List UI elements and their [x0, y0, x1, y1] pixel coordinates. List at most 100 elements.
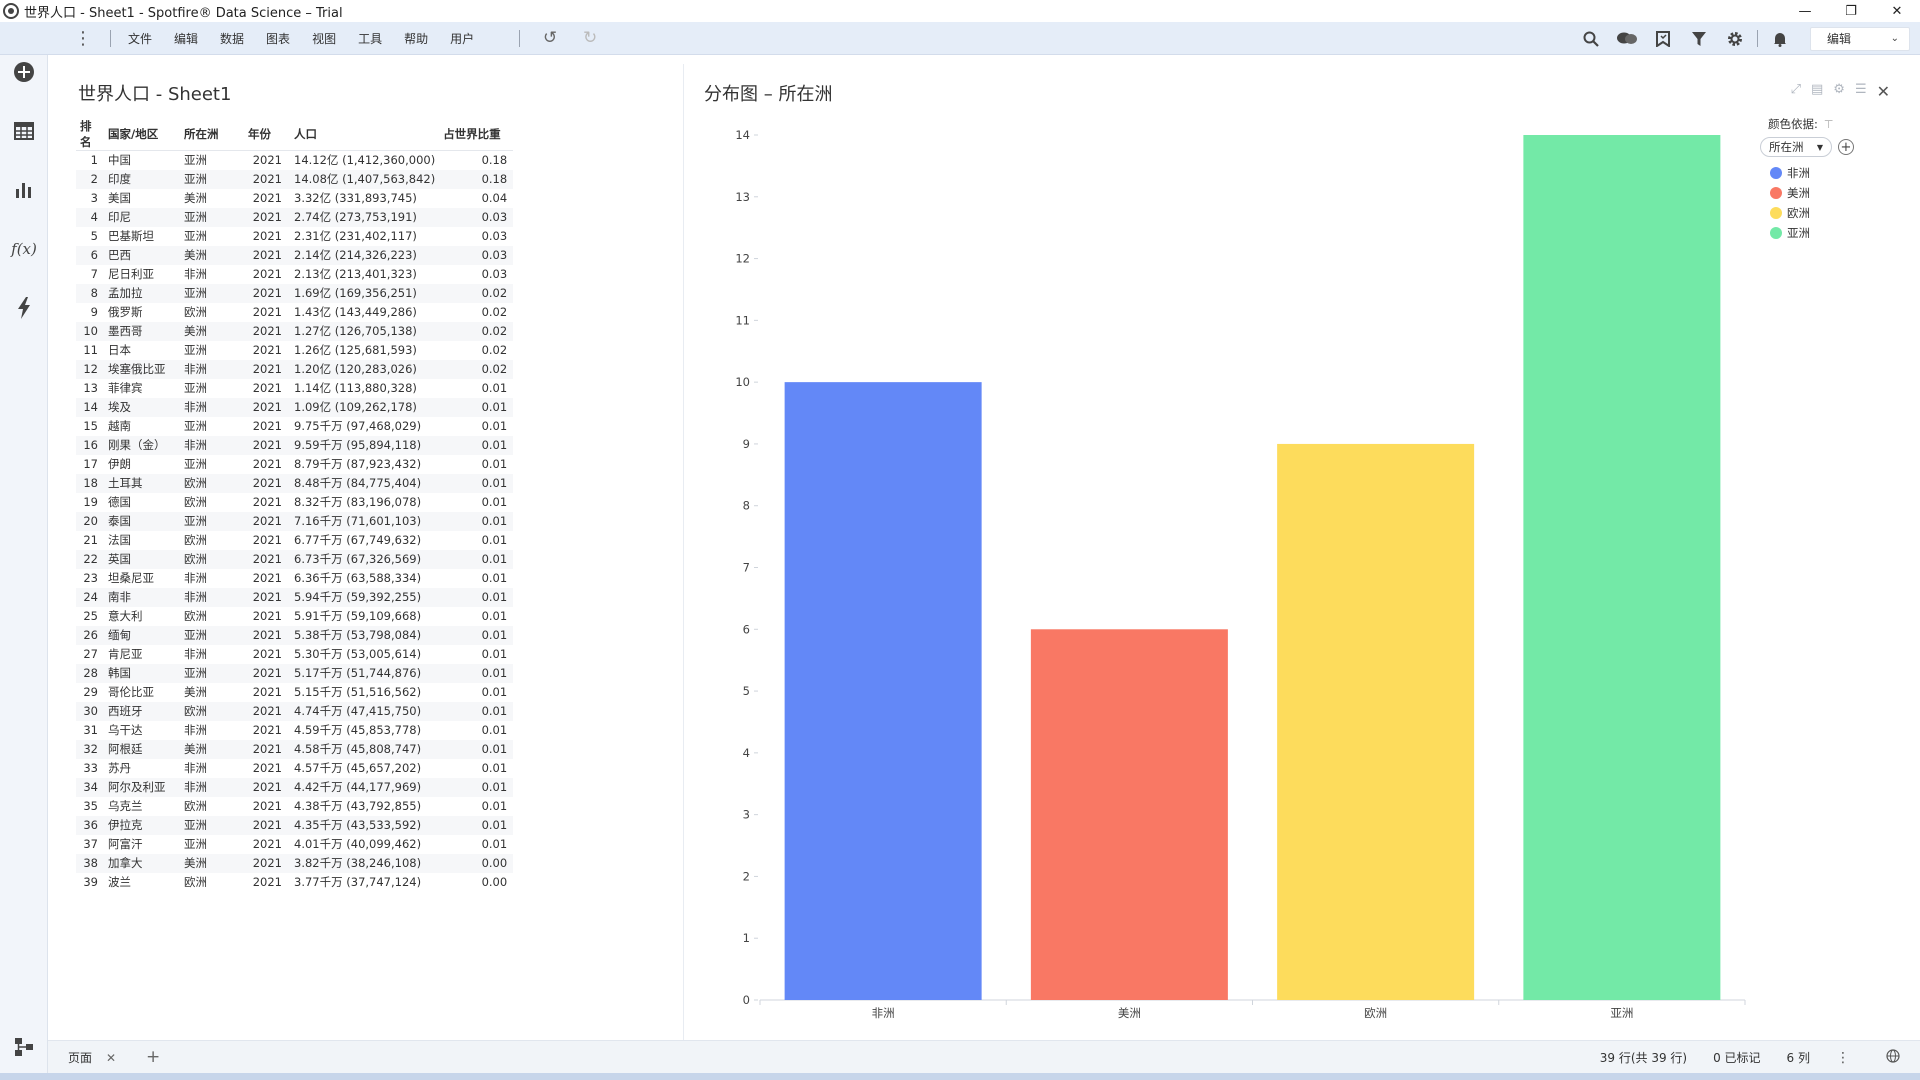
- close-window-button[interactable]: ✕: [1874, 0, 1920, 22]
- bar-chart-icon[interactable]: [10, 176, 38, 204]
- table-row[interactable]: 14 埃及 非洲 2021 1.09亿 (109,262,178) 0.01: [76, 397, 514, 417]
- lightning-icon[interactable]: [10, 294, 38, 322]
- table-row[interactable]: 6 巴西 美洲 2021 2.14亿 (214,326,223) 0.03: [76, 245, 514, 265]
- cell-year: 2021: [252, 533, 282, 547]
- bar-chart[interactable]: 01234567891011121314非洲 美洲 欧洲 亚洲: [700, 110, 1770, 1030]
- add-icon[interactable]: +: [1838, 139, 1854, 155]
- menu-edit[interactable]: 编辑: [174, 30, 198, 47]
- table-row[interactable]: 7 尼日利亚 非洲 2021 2.13亿 (213,401,323) 0.03: [76, 265, 513, 284]
- table-row[interactable]: 12 埃塞俄比亚 非洲 2021 1.20亿 (120,283,026) 0.02: [76, 359, 514, 379]
- bookmark-icon[interactable]: [1645, 30, 1681, 47]
- data-table[interactable]: 排名 国家/地区 所在洲 年份 人口 占世界比重 1 中国 亚洲 2021 14.12亿…: [76, 118, 514, 892]
- table-icon[interactable]: [10, 117, 38, 145]
- table-row[interactable]: 26 缅甸 亚洲 2021 5.38千万 (53,798,084) 0.01: [76, 625, 514, 645]
- table-row[interactable]: 23 坦桑尼亚 非洲 2021 6.36千万 (63,588,334) 0.01: [76, 569, 513, 588]
- table-row[interactable]: 4 印尼 亚洲 2021 2.74亿 (273,753,191) 0.03: [76, 207, 514, 227]
- page-tab[interactable]: 页面 ✕: [68, 1041, 116, 1074]
- column-header[interactable]: 所在洲: [184, 118, 240, 151]
- cell-share: 0.01: [435, 663, 514, 683]
- chart-settings-icon[interactable]: ⚙: [1833, 82, 1845, 101]
- table-row[interactable]: 28 韩国 亚洲 2021 5.17千万 (51,744,876) 0.01: [76, 663, 514, 683]
- table-row[interactable]: 31 乌干达 非洲 2021 4.59千万 (45,853,778) 0.01: [76, 721, 513, 740]
- column-header[interactable]: 占世界比重: [435, 118, 514, 151]
- bar[interactable]: [784, 382, 982, 1001]
- minimize-button[interactable]: —: [1782, 0, 1828, 22]
- table-row[interactable]: 22 英国 欧洲 2021 6.73千万 (67,326,569) 0.01: [76, 549, 514, 569]
- search-icon[interactable]: [1573, 31, 1609, 47]
- bell-icon[interactable]: [1762, 31, 1798, 47]
- table-row[interactable]: 32 阿根廷 美洲 2021 4.58千万 (45,808,747) 0.01: [76, 739, 514, 759]
- menu-file[interactable]: 文件: [128, 30, 152, 47]
- menu-chart[interactable]: 图表: [266, 30, 290, 47]
- table-row[interactable]: 21 法国 欧洲 2021 6.77千万 (67,749,632) 0.01: [76, 531, 513, 550]
- table-row[interactable]: 10 墨西哥 美洲 2021 1.27亿 (126,705,138) 0.02: [76, 321, 514, 341]
- column-header[interactable]: 排名: [76, 118, 106, 151]
- legend-item[interactable]: 美洲: [1770, 183, 1854, 203]
- restore-button[interactable]: ❐: [1828, 0, 1874, 22]
- add-circle-icon[interactable]: [10, 58, 38, 86]
- more-vertical-icon[interactable]: ⋮: [74, 28, 92, 49]
- table-row[interactable]: 15 越南 亚洲 2021 9.75千万 (97,468,029) 0.01: [76, 417, 513, 436]
- table-row[interactable]: 38 加拿大 美洲 2021 3.82千万 (38,246,108) 0.00: [76, 853, 514, 873]
- table-row[interactable]: 35 乌克兰 欧洲 2021 4.38千万 (43,792,855) 0.01: [76, 797, 513, 816]
- table-row[interactable]: 27 肯尼亚 非洲 2021 5.30千万 (53,005,614) 0.01: [76, 645, 513, 664]
- close-icon[interactable]: ✕: [1877, 82, 1890, 101]
- color-by-select[interactable]: 所在洲 ▼: [1760, 137, 1832, 157]
- gear-icon[interactable]: [1717, 31, 1753, 47]
- column-header[interactable]: 国家/地区: [106, 118, 184, 151]
- cell-share: 0.01: [435, 397, 514, 417]
- filter-icon[interactable]: [1681, 31, 1717, 47]
- menu-user[interactable]: 用户: [450, 30, 474, 47]
- column-header[interactable]: 人口: [282, 118, 436, 151]
- table-row[interactable]: 25 意大利 欧洲 2021 5.91千万 (59,109,668) 0.01: [76, 607, 513, 626]
- table-row[interactable]: 37 阿富汗 亚洲 2021 4.01千万 (40,099,462) 0.01: [76, 835, 513, 854]
- table-row[interactable]: 13 菲律宾 亚洲 2021 1.14亿 (113,880,328) 0.01: [76, 379, 513, 398]
- table-row[interactable]: 8 孟加拉 亚洲 2021 1.69亿 (169,356,251) 0.02: [76, 283, 514, 303]
- table-row[interactable]: 20 泰国 亚洲 2021 7.16千万 (71,601,103) 0.01: [76, 511, 514, 531]
- close-tab-icon[interactable]: ✕: [106, 1051, 116, 1065]
- description-icon[interactable]: ▤: [1811, 82, 1823, 101]
- table-row[interactable]: 5 巴基斯坦 亚洲 2021 2.31亿 (231,402,117) 0.03: [76, 227, 513, 246]
- table-row[interactable]: 19 德国 欧洲 2021 8.32千万 (83,196,078) 0.01: [76, 493, 513, 512]
- table-row[interactable]: 1 中国 亚洲 2021 14.12亿 (1,412,360,000) 0.18: [76, 151, 513, 170]
- menu-tools[interactable]: 工具: [358, 30, 382, 47]
- bar[interactable]: [1277, 443, 1475, 1000]
- table-row[interactable]: 3 美国 美洲 2021 3.32亿 (331,893,745) 0.04: [76, 189, 513, 208]
- add-page-icon[interactable]: +: [146, 1047, 160, 1067]
- legend-label: 美洲: [1787, 186, 1810, 200]
- bar[interactable]: [1523, 135, 1721, 1000]
- more-vertical-icon[interactable]: ⋮: [1836, 1050, 1850, 1066]
- function-icon[interactable]: f(x): [10, 235, 38, 263]
- sort-icon[interactable]: ⊤: [1824, 118, 1834, 131]
- menu-help[interactable]: 帮助: [404, 30, 428, 47]
- table-row[interactable]: 39 波兰 欧洲 2021 3.77千万 (37,747,124) 0.00: [76, 873, 513, 892]
- table-row[interactable]: 18 土耳其 欧洲 2021 8.48千万 (84,775,404) 0.01: [76, 473, 514, 493]
- legend-item[interactable]: 亚洲: [1770, 223, 1854, 243]
- table-row[interactable]: 17 伊朗 亚洲 2021 8.79千万 (87,923,432) 0.01: [76, 455, 513, 474]
- table-row[interactable]: 36 伊拉克 亚洲 2021 4.35千万 (43,533,592) 0.01: [76, 815, 514, 835]
- table-row[interactable]: 34 阿尔及利亚 非洲 2021 4.42千万 (44,177,969) 0.01: [76, 777, 514, 797]
- table-row[interactable]: 29 哥伦比亚 美洲 2021 5.15千万 (51,516,562) 0.01: [76, 683, 513, 702]
- redo-icon[interactable]: ↻: [583, 28, 597, 48]
- table-row[interactable]: 24 南非 非洲 2021 5.94千万 (59,392,255) 0.01: [76, 587, 514, 607]
- table-row[interactable]: 30 西班牙 欧洲 2021 4.74千万 (47,415,750) 0.01: [76, 701, 514, 721]
- bar[interactable]: [1030, 629, 1228, 1000]
- table-row[interactable]: 11 日本 亚洲 2021 1.26亿 (125,681,593) 0.02: [76, 341, 513, 360]
- menu-view[interactable]: 视图: [312, 30, 336, 47]
- legend-item[interactable]: 欧洲: [1770, 203, 1854, 223]
- table-row[interactable]: 33 苏丹 非洲 2021 4.57千万 (45,657,202) 0.01: [76, 759, 513, 778]
- menu-data[interactable]: 数据: [220, 30, 244, 47]
- table-row[interactable]: 9 俄罗斯 欧洲 2021 1.43亿 (143,449,286) 0.02: [76, 303, 513, 322]
- column-header[interactable]: 年份: [240, 118, 282, 151]
- table-row[interactable]: 2 印度 亚洲 2021 14.08亿 (1,407,563,842) 0.18: [76, 169, 514, 189]
- collaboration-icon[interactable]: [1609, 31, 1645, 47]
- globe-icon[interactable]: [1886, 1049, 1900, 1066]
- mode-select[interactable]: 编辑 ⌄: [1810, 26, 1910, 51]
- legend-title-row: 颜色依据: ⊤: [1768, 116, 1854, 132]
- maximize-icon[interactable]: ⤢: [1791, 82, 1801, 101]
- undo-icon[interactable]: ↺: [543, 28, 557, 48]
- list-icon[interactable]: ☰: [1855, 82, 1867, 101]
- hierarchy-icon[interactable]: [10, 1033, 38, 1061]
- table-row[interactable]: 16 刚果（金） 非洲 2021 9.59千万 (95,894,118) 0.01: [76, 435, 514, 455]
- legend-item[interactable]: 非洲: [1770, 163, 1854, 183]
